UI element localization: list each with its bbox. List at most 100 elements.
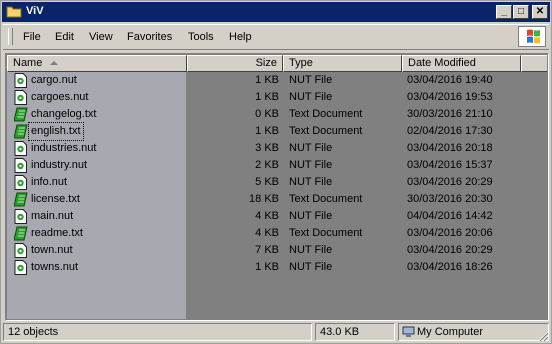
file-name[interactable]: english.txt xyxy=(28,122,84,141)
file-type: NUT File xyxy=(289,210,333,222)
status-object-count: 12 objects xyxy=(3,323,312,341)
menu-file[interactable]: File xyxy=(23,31,41,43)
file-type: Text Document xyxy=(289,193,363,205)
status-total-size: 43.0 KB xyxy=(315,323,395,341)
file-row[interactable]: english.txt 1 KB Text Document 02/04/2016 1… xyxy=(7,122,547,141)
file-row[interactable]: license.txt 18 KB Text Document 30/03/2016 … xyxy=(7,191,547,208)
status-location: My Computer xyxy=(398,323,549,341)
file-date: 02/04/2016 17:30 xyxy=(407,125,493,137)
text-document-icon xyxy=(13,226,28,241)
column-header-date[interactable]: Date Modified xyxy=(402,55,521,72)
text-document-icon xyxy=(13,124,28,139)
file-row[interactable]: town.nut 7 KB NUT File 03/04/2016 20:29 xyxy=(7,242,547,259)
file-name[interactable]: industries.nut xyxy=(29,140,98,157)
file-type: NUT File xyxy=(289,159,333,171)
file-size: 1 KB xyxy=(255,74,279,86)
file-row[interactable]: readme.txt 4 KB Text Document 03/04/2016 20… xyxy=(7,225,547,242)
file-date: 04/04/2016 14:42 xyxy=(407,210,493,222)
column-header-name-label: Name xyxy=(13,57,43,69)
file-date: 03/04/2016 20:18 xyxy=(407,142,493,154)
column-header-filler xyxy=(521,55,547,72)
column-header-size[interactable]: Size xyxy=(187,55,283,72)
minimize-button[interactable]: _ xyxy=(496,5,512,19)
folder-icon xyxy=(6,6,22,18)
menu-favorites[interactable]: Favorites xyxy=(127,31,172,43)
file-size: 3 KB xyxy=(255,142,279,154)
file-row[interactable]: cargoes.nut 1 KB NUT File 03/04/2016 19:53 xyxy=(7,89,547,106)
file-date: 30/03/2016 20:30 xyxy=(407,193,493,205)
file-date: 03/04/2016 20:06 xyxy=(407,227,493,239)
file-row[interactable]: changelog.txt 0 KB Text Document 30/03/2016… xyxy=(7,106,547,123)
file-row[interactable]: main.nut 4 KB NUT File 04/04/2016 14:42 xyxy=(7,208,547,225)
menu-tools[interactable]: Tools xyxy=(188,31,214,43)
file-row[interactable]: industries.nut 3 KB NUT File 03/04/2016 20:… xyxy=(7,140,547,157)
sort-ascending-icon xyxy=(50,61,58,65)
windows-logo-icon xyxy=(518,26,546,47)
file-row[interactable]: info.nut 5 KB NUT File 03/04/2016 20:29 xyxy=(7,174,547,191)
file-name[interactable]: industry.nut xyxy=(29,157,89,174)
column-header-name[interactable]: Name xyxy=(7,55,187,72)
maximize-button[interactable]: □ xyxy=(513,5,529,19)
file-type: NUT File xyxy=(289,176,333,188)
file-type: NUT File xyxy=(289,142,333,154)
file-type: NUT File xyxy=(289,74,333,86)
nut-file-icon xyxy=(14,158,27,173)
file-date: 03/04/2016 18:26 xyxy=(407,261,493,273)
menu-help[interactable]: Help xyxy=(229,31,252,43)
file-size: 2 KB xyxy=(255,159,279,171)
file-row[interactable]: industry.nut 2 KB NUT File 03/04/2016 15:37 xyxy=(7,157,547,174)
nut-file-icon xyxy=(14,90,27,105)
nut-file-icon xyxy=(14,209,27,224)
nut-file-icon xyxy=(14,73,27,88)
text-document-icon xyxy=(13,192,28,207)
my-computer-icon xyxy=(402,326,415,337)
file-size: 1 KB xyxy=(255,125,279,137)
file-date: 03/04/2016 19:53 xyxy=(407,91,493,103)
file-name[interactable]: info.nut xyxy=(29,174,69,191)
list-header: Name Size Type Date Modified xyxy=(7,55,547,72)
status-bar: 12 objects 43.0 KB My Computer xyxy=(3,322,549,342)
file-date: 03/04/2016 15:37 xyxy=(407,159,493,171)
file-type: NUT File xyxy=(289,244,333,256)
nut-file-icon xyxy=(14,260,27,275)
file-name[interactable]: cargo.nut xyxy=(29,72,79,89)
nut-file-icon xyxy=(14,141,27,156)
nut-file-icon xyxy=(14,175,27,190)
column-header-type[interactable]: Type xyxy=(283,55,402,72)
file-size: 4 KB xyxy=(255,227,279,239)
file-row[interactable]: towns.nut 1 KB NUT File 03/04/2016 18:26 xyxy=(7,259,547,276)
window-title: ViV xyxy=(26,5,44,17)
file-name[interactable]: changelog.txt xyxy=(29,106,98,123)
file-size: 1 KB xyxy=(255,91,279,103)
explorer-window: ViV _ □ ✕ File Edit View Favorites Tools… xyxy=(0,0,552,344)
title-bar[interactable]: ViV _ □ ✕ xyxy=(2,2,550,22)
menu-bar: File Edit View Favorites Tools Help xyxy=(3,24,549,50)
menu-grip[interactable] xyxy=(8,28,13,45)
file-type: Text Document xyxy=(289,108,363,120)
file-name[interactable]: license.txt xyxy=(29,191,82,208)
file-name[interactable]: cargoes.nut xyxy=(29,89,90,106)
text-document-icon xyxy=(13,107,28,122)
nut-file-icon xyxy=(14,243,27,258)
file-date: 03/04/2016 20:29 xyxy=(407,176,493,188)
file-size: 0 KB xyxy=(255,108,279,120)
file-type: Text Document xyxy=(289,125,363,137)
file-name[interactable]: main.nut xyxy=(29,208,75,225)
resize-grip-icon[interactable] xyxy=(537,330,549,342)
close-button[interactable]: ✕ xyxy=(532,5,548,19)
menu-view[interactable]: View xyxy=(89,31,113,43)
file-size: 1 KB xyxy=(255,261,279,273)
file-name[interactable]: towns.nut xyxy=(29,259,80,276)
file-name[interactable]: readme.txt xyxy=(29,225,85,242)
file-size: 5 KB xyxy=(255,176,279,188)
file-size: 7 KB xyxy=(255,244,279,256)
file-size: 18 KB xyxy=(249,193,279,205)
file-list-view[interactable]: Name Size Type Date Modified cargo.nut 1 … xyxy=(5,53,549,321)
file-date: 03/04/2016 19:40 xyxy=(407,74,493,86)
file-list[interactable]: Name Size Type Date Modified cargo.nut 1 … xyxy=(7,55,547,319)
file-name[interactable]: town.nut xyxy=(29,242,75,259)
file-type: NUT File xyxy=(289,261,333,273)
file-row[interactable]: cargo.nut 1 KB NUT File 03/04/2016 19:40 xyxy=(7,72,547,89)
menu-edit[interactable]: Edit xyxy=(55,31,74,43)
file-type: Text Document xyxy=(289,227,363,239)
